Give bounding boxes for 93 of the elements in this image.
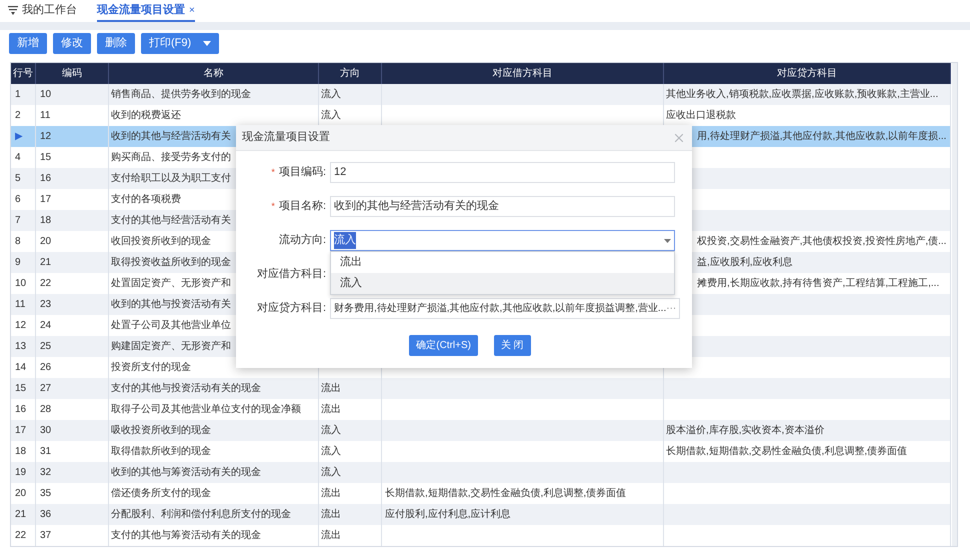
- row-number: 10: [15, 277, 26, 291]
- row-number: 15: [15, 382, 26, 396]
- table-cell-text: 流出: [321, 486, 341, 501]
- table-cell-text: 应收出口退税款: [666, 108, 736, 123]
- row-number: 11: [15, 298, 26, 312]
- row-number: 6: [15, 193, 21, 207]
- table-cell-text: 收到的其他与筹资活动有关的现金: [111, 466, 261, 480]
- table-cell-text: 长期借款,短期借款,交易性金融负债,利息调整,债券面值: [666, 444, 908, 459]
- table-cell-text: 购买商品、接受劳务支付的: [111, 150, 231, 165]
- table-cell-text: 37: [40, 529, 52, 543]
- table-cell-text: 益,应收股利,应收利息: [697, 256, 793, 270]
- table-cell-text: 其他业务收入,销项税款,应收票据,应收账款,预收账款,主营业...: [666, 88, 938, 102]
- row-number: 17: [15, 424, 26, 438]
- row-number: 19: [15, 466, 26, 480]
- field-label: 流动方向:: [278, 232, 326, 248]
- table-cell-text: 21: [40, 256, 52, 270]
- table-cell-text: 摊费用,长期应收款,持有待售资产,工程结算,工程施工,...: [697, 276, 940, 291]
- table-cell-text: 36: [40, 508, 52, 522]
- table-cell-text: 26: [40, 361, 52, 375]
- row-number: 8: [15, 235, 21, 249]
- table-cell-text: 处置固定资产、无形资产和: [111, 276, 231, 291]
- table-cell-text: 流入: [321, 424, 341, 438]
- table-cell-text: 收到的其他与经营活动有关: [111, 130, 231, 144]
- table-cell-text: 17: [40, 193, 52, 207]
- row-number: 21: [15, 508, 26, 522]
- table-cell-text: 28: [40, 403, 52, 417]
- table-cell-text: 应付股利,应付利息,应计利息: [385, 508, 511, 522]
- row-number: ▶: [15, 130, 23, 144]
- table-cell-text: 27: [40, 382, 52, 396]
- table-cell-text: 取得借款所收到的现金: [111, 444, 211, 459]
- table-cell-text: 35: [40, 487, 52, 501]
- table-cell-text: 31: [40, 445, 52, 459]
- table-cell-text: 收回投资所收到的现金: [111, 234, 211, 249]
- table-cell-text: 15: [40, 151, 52, 165]
- table-cell-text: 偿还债务所支付的现金: [111, 486, 211, 501]
- table-cell-text: 取得子公司及其他营业单位支付的现金净额: [111, 402, 301, 417]
- table-cell-text: 支付给职工以及为职工支付: [111, 172, 231, 186]
- row-number: 7: [15, 214, 21, 228]
- table-cell-text: 流出: [321, 508, 341, 522]
- field-label: 对应贷方科目:: [256, 300, 326, 316]
- table-cell-text: 32: [40, 466, 52, 480]
- table-cell-text: 收到的税费返还: [111, 108, 181, 123]
- table-cell-text: 销售商品、提供劳务收到的现金: [111, 88, 251, 102]
- table-cell-text: 30: [40, 424, 52, 438]
- table-cell-text: 流入: [321, 466, 341, 480]
- row-number: 22: [15, 529, 26, 543]
- table-cell-text: 支付的其他与筹资活动有关的现金: [111, 528, 261, 543]
- table-cell-text: 用,待处理财产损溢,其他应付款,其他应收款,以前年度损...: [697, 130, 946, 144]
- table-cell-text: 18: [40, 214, 52, 228]
- table-cell-text: 25: [40, 340, 52, 354]
- table-cell-text: 取得投资收益所收到的现金: [111, 256, 231, 270]
- table-cell-text: 24: [40, 319, 52, 333]
- required-mark: *: [271, 200, 275, 213]
- table-cell-text: 权投资,交易性金融资产,其他债权投资,投资性房地产,债...: [697, 234, 946, 249]
- row-number: 1: [15, 88, 21, 102]
- row-number: 20: [15, 487, 26, 501]
- row-number: 13: [15, 340, 26, 354]
- table-cell-text: 购建固定资产、无形资产和: [111, 340, 231, 354]
- field-label: 项目编码:: [278, 165, 326, 180]
- table-cell-text: 流入: [321, 444, 341, 459]
- row-number: 14: [15, 361, 26, 375]
- table-cell-text: 股本溢价,库存股,实收资本,资本溢价: [666, 424, 824, 438]
- row-number: 12: [15, 319, 26, 333]
- table-cell-text: 长期借款,短期借款,交易性金融负债,利息调整,债券面值: [385, 486, 626, 501]
- dialog-title: 现金流量项目设置: [242, 130, 330, 146]
- row-number: 2: [15, 109, 21, 123]
- table-cell-text: 11: [40, 109, 50, 123]
- table-cell-text: 流出: [321, 402, 341, 417]
- row-number: 4: [15, 151, 21, 165]
- table-cell-text: 支付的其他与经营活动有关: [111, 214, 231, 228]
- table-cell-text: 10: [40, 88, 52, 102]
- required-mark: *: [271, 166, 275, 179]
- table-cell-text: 投资所支付的现金: [111, 360, 191, 375]
- row-number: 18: [15, 445, 26, 459]
- table-cell-text: 流出: [321, 382, 341, 396]
- table-cell-text: 吸收投资所收到的现金: [111, 424, 211, 438]
- table-cell-text: 收到的其他与投资活动有关: [111, 298, 231, 312]
- table-cell-text: 分配股利、利润和偿付利息所支付的现金: [111, 508, 291, 522]
- table-cell-text: 22: [40, 277, 52, 291]
- field-label: 项目名称:: [278, 199, 326, 214]
- table-cell-text: 16: [40, 172, 52, 186]
- table-cell-text: 支付的其他与投资活动有关的现金: [111, 382, 261, 396]
- table-cell-text: 12: [40, 130, 52, 144]
- table-cell-text: 23: [40, 298, 52, 312]
- table-cell-text: 流入: [321, 88, 341, 102]
- row-number: 16: [15, 403, 26, 417]
- table-cell-text: 支付的各项税费: [111, 192, 181, 207]
- table-cell-text: 流入: [321, 108, 341, 123]
- table-cell-text: 20: [40, 235, 52, 249]
- row-number: 9: [15, 256, 21, 270]
- row-number: 5: [15, 172, 21, 186]
- table-cell-text: 处置子公司及其他营业单位: [111, 318, 231, 333]
- table-cell-text: 流出: [321, 528, 341, 543]
